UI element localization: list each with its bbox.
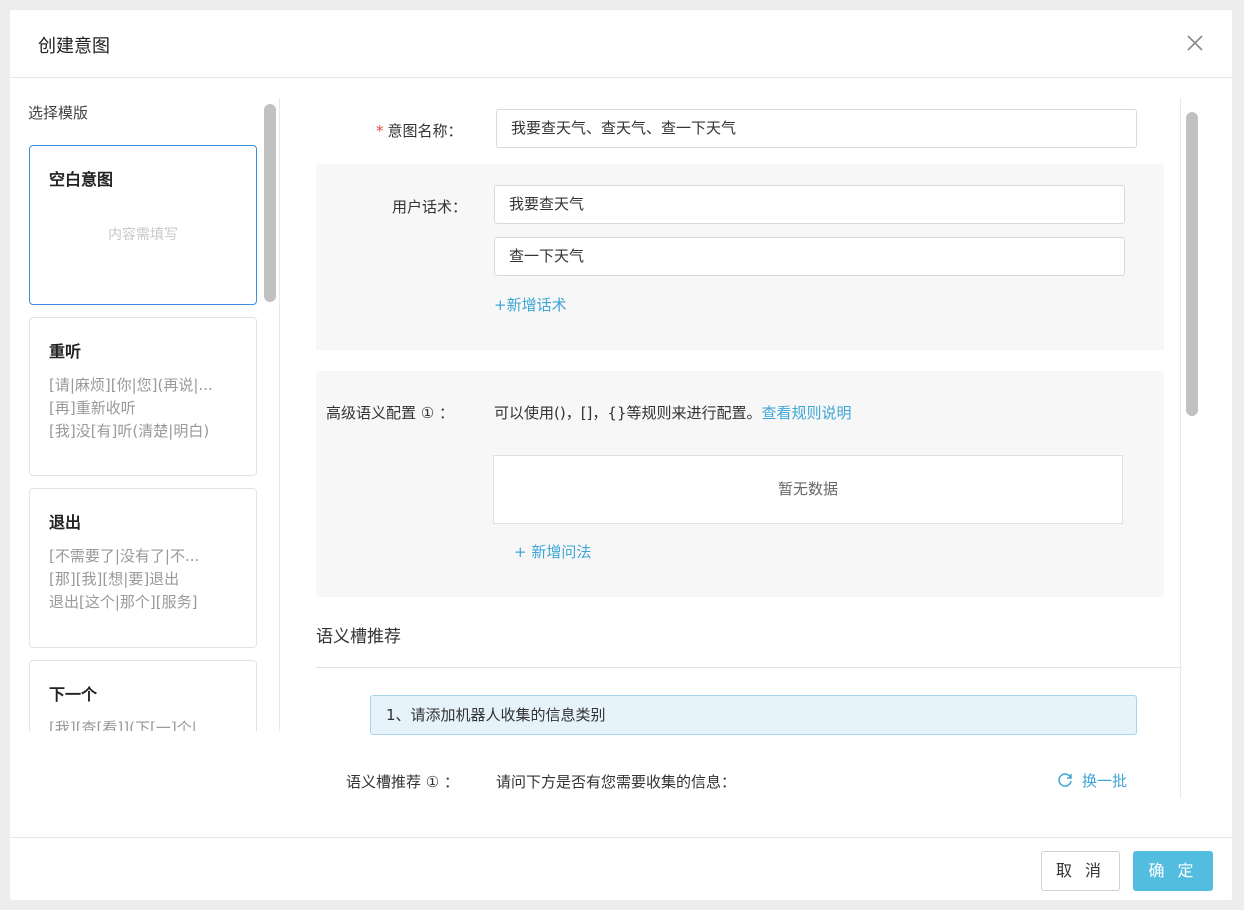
template-card-lines: [请|麻烦][你|您](再说|... [再]重新收听 [我]没[有]听(清楚|明…	[49, 374, 246, 443]
intent-name-label-text: 意图名称：	[387, 122, 463, 140]
intent-form: * 意图名称： 我要查天气、查天气、查一下天气 用户话术： 我要查天气 查一下天气…	[306, 98, 1194, 798]
confirm-button[interactable]: 确 定	[1133, 851, 1213, 891]
refresh-batch-button[interactable]: 换一批	[1056, 770, 1127, 793]
template-card-exit[interactable]: 退出 [不需要了|没有了|不... [那][我][想|要]退出 退出[这个|那个…	[29, 488, 257, 648]
template-card-line: [我]没[有]听(清楚|明白)	[49, 422, 210, 440]
template-card-next[interactable]: 下一个 [我][查[看]](下[一]个|...	[29, 660, 257, 731]
slot-info-banner: 1、请添加机器人收集的信息类别	[370, 695, 1137, 735]
footer-divider	[10, 837, 1232, 838]
section-divider	[316, 667, 1182, 668]
form-scroll-divider	[1180, 98, 1181, 798]
template-list: 选择模版 空白意图 内容需填写 重听 [请|麻烦][你|您](再说|... [再…	[28, 98, 282, 731]
template-card-title: 重听	[49, 342, 82, 361]
template-list-scrollbar[interactable]	[264, 104, 276, 302]
template-card-placeholder: 内容需填写	[108, 227, 178, 243]
utterances-label: 用户话术：	[392, 198, 468, 216]
advanced-config-description-text: 可以使用()，[]，{}等规则来进行配置。	[494, 404, 762, 422]
intent-name-label: * 意图名称：	[376, 120, 463, 141]
template-card-line: [不需要了|没有了|不...	[49, 547, 200, 565]
template-card-title: 下一个	[49, 685, 98, 704]
close-icon[interactable]	[1184, 32, 1206, 54]
dialog-title: 创建意图	[38, 36, 110, 57]
refresh-batch-label: 换一批	[1082, 772, 1128, 790]
utterance-input[interactable]: 我要查天气	[494, 185, 1125, 224]
template-card-line: 退出[这个|那个][服务]	[49, 593, 198, 611]
utterance-input[interactable]: 查一下天气	[494, 237, 1125, 276]
intent-name-input[interactable]: 我要查天气、查天气、查一下天气	[496, 109, 1137, 148]
panel-divider	[279, 98, 280, 731]
template-card-blank[interactable]: 空白意图 内容需填写	[29, 145, 257, 305]
template-card-title: 退出	[49, 513, 82, 532]
template-card-line: [请|麻烦][你|您](再说|...	[49, 376, 213, 394]
rules-link[interactable]: 查看规则说明	[762, 404, 852, 422]
slot-recommend-label: 语义槽推荐 ① ：	[346, 773, 459, 791]
slot-section-title: 语义槽推荐	[316, 627, 401, 647]
template-list-label: 选择模版	[28, 104, 89, 122]
template-card-line: [那][我][想|要]退出	[49, 570, 180, 588]
required-mark: *	[376, 122, 384, 140]
template-card-line: [再]重新收听	[49, 399, 136, 417]
form-scrollbar[interactable]	[1186, 112, 1198, 416]
add-utterance-link[interactable]: +新增话术	[494, 294, 567, 315]
template-card-title: 空白意图	[49, 170, 114, 189]
empty-state: 暂无数据	[493, 455, 1123, 524]
advanced-config-description: 可以使用()，[]，{}等规则来进行配置。查看规则说明	[494, 402, 852, 423]
template-card-lines: [不需要了|没有了|不... [那][我][想|要]退出 退出[这个|那个][服…	[49, 545, 246, 614]
advanced-config-label: 高级语义配置 ① ：	[326, 404, 454, 422]
cancel-button[interactable]: 取 消	[1041, 851, 1120, 891]
refresh-icon	[1056, 771, 1074, 793]
template-card-line: [我][查[看]](下[一]个|...	[49, 719, 212, 731]
add-pattern-link[interactable]: + 新增问法	[514, 541, 591, 562]
dialog-header: 创建意图	[10, 10, 1232, 78]
template-card-repeat[interactable]: 重听 [请|麻烦][你|您](再说|... [再]重新收听 [我]没[有]听(清…	[29, 317, 257, 476]
template-card-lines: [我][查[看]](下[一]个|...	[49, 717, 246, 731]
slot-recommend-question: 请问下方是否有您需要收集的信息：	[496, 773, 737, 791]
